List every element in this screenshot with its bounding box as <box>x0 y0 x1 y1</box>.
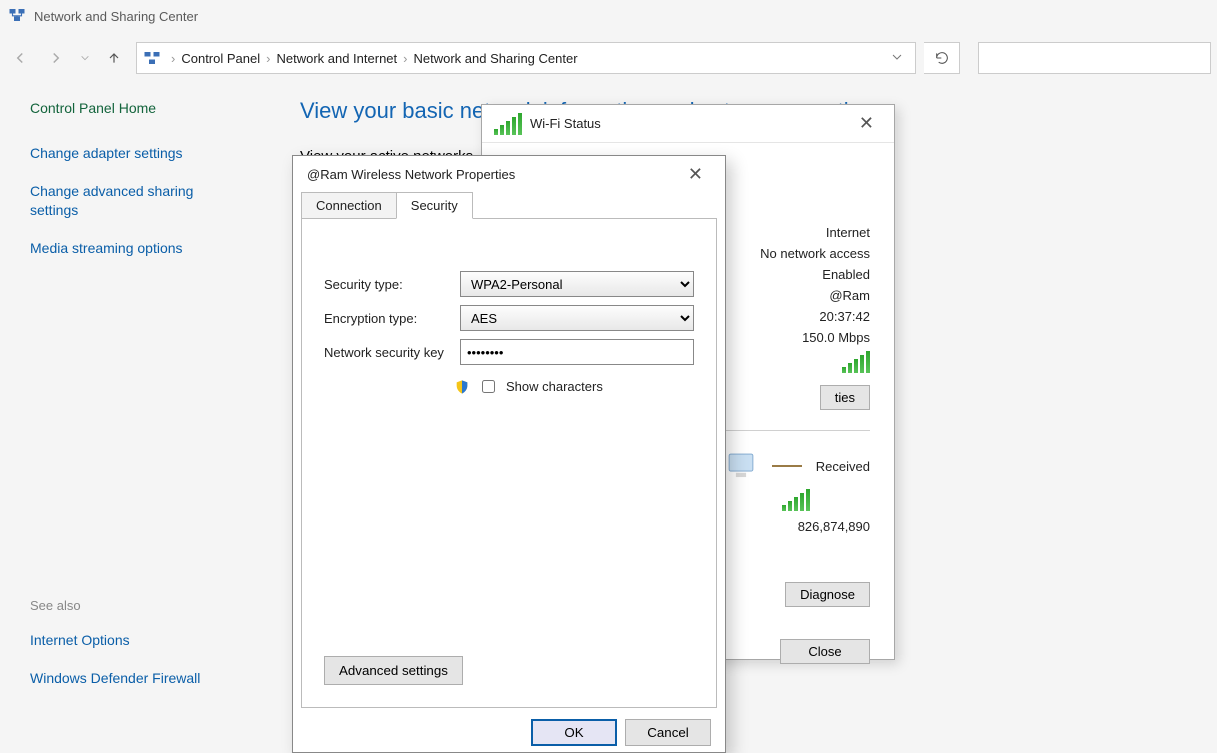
network-key-input[interactable] <box>460 339 694 365</box>
sidebar-link-defender-firewall[interactable]: Windows Defender Firewall <box>30 669 240 689</box>
sidebar-link-adapter[interactable]: Change adapter settings <box>30 144 240 164</box>
network-sharing-icon <box>143 49 161 67</box>
control-panel-home-link[interactable]: Control Panel Home <box>30 100 240 116</box>
wireless-properties-dialog: @Ram Wireless Network Properties ✕ Conne… <box>292 155 726 753</box>
wifi-signal-icon <box>782 489 810 511</box>
close-icon[interactable]: ✕ <box>851 109 882 138</box>
wifi-signal-icon <box>842 351 870 373</box>
breadcrumb-item[interactable]: Network and Internet <box>276 51 397 66</box>
wifi-speed-value: 150.0 Mbps <box>802 330 870 345</box>
wifi-duration-value: 20:37:42 <box>819 309 870 324</box>
chevron-down-icon[interactable] <box>891 51 903 66</box>
security-type-label: Security type: <box>324 277 460 292</box>
dialog-title: @Ram Wireless Network Properties <box>307 167 515 182</box>
wifi-signal-icon <box>494 113 522 135</box>
security-type-select[interactable]: WPA2-Personal <box>460 271 694 297</box>
chevron-right-icon <box>171 51 175 66</box>
breadcrumb-item[interactable]: Control Panel <box>181 51 260 66</box>
show-characters-checkbox[interactable] <box>482 380 495 393</box>
nav-back-button[interactable] <box>6 44 34 72</box>
received-bytes: 826,874,890 <box>798 519 870 534</box>
chevron-right-icon <box>403 51 407 66</box>
refresh-button[interactable] <box>924 42 960 74</box>
cancel-button[interactable]: Cancel <box>625 719 711 746</box>
dialog-title: Wi-Fi Status <box>530 116 601 131</box>
tab-connection[interactable]: Connection <box>301 192 397 219</box>
diagnose-button[interactable]: Diagnose <box>785 582 870 607</box>
ok-button[interactable]: OK <box>531 719 617 746</box>
nav-up-button[interactable] <box>100 44 128 72</box>
nav-forward-button[interactable] <box>42 44 70 72</box>
activity-separator <box>772 465 802 467</box>
sidebar-link-advanced-sharing[interactable]: Change advanced sharing settings <box>30 182 240 221</box>
breadcrumb[interactable]: Control Panel Network and Internet Netwo… <box>136 42 916 74</box>
encryption-type-select[interactable]: AES <box>460 305 694 331</box>
received-label: Received <box>816 459 870 474</box>
advanced-settings-button[interactable]: Advanced settings <box>324 656 463 685</box>
tab-security[interactable]: Security <box>396 192 473 219</box>
chevron-right-icon <box>266 51 270 66</box>
breadcrumb-item[interactable]: Network and Sharing Center <box>414 51 578 66</box>
encryption-type-label: Encryption type: <box>324 311 460 326</box>
see-also-label: See also <box>30 598 240 613</box>
network-key-label: Network security key <box>324 345 460 360</box>
window-title: Network and Sharing Center <box>34 9 198 24</box>
nav-history-dropdown[interactable] <box>78 44 92 72</box>
show-characters-label: Show characters <box>506 379 603 394</box>
sidebar-link-internet-options[interactable]: Internet Options <box>30 631 240 651</box>
network-sharing-icon <box>8 6 26 27</box>
sidebar-link-media-streaming[interactable]: Media streaming options <box>30 239 240 259</box>
wifi-state-value: Enabled <box>822 267 870 282</box>
wifi-ssid-value: @Ram <box>829 288 870 303</box>
close-button[interactable]: Close <box>780 639 870 664</box>
wifi-access-value: No network access <box>760 246 870 261</box>
wireless-properties-button[interactable]: ties <box>820 385 870 410</box>
close-icon[interactable]: ✕ <box>680 160 711 189</box>
shield-icon <box>454 379 470 395</box>
search-input[interactable] <box>978 42 1211 74</box>
computer-icon <box>724 451 758 481</box>
wifi-internet-value: Internet <box>826 225 870 240</box>
